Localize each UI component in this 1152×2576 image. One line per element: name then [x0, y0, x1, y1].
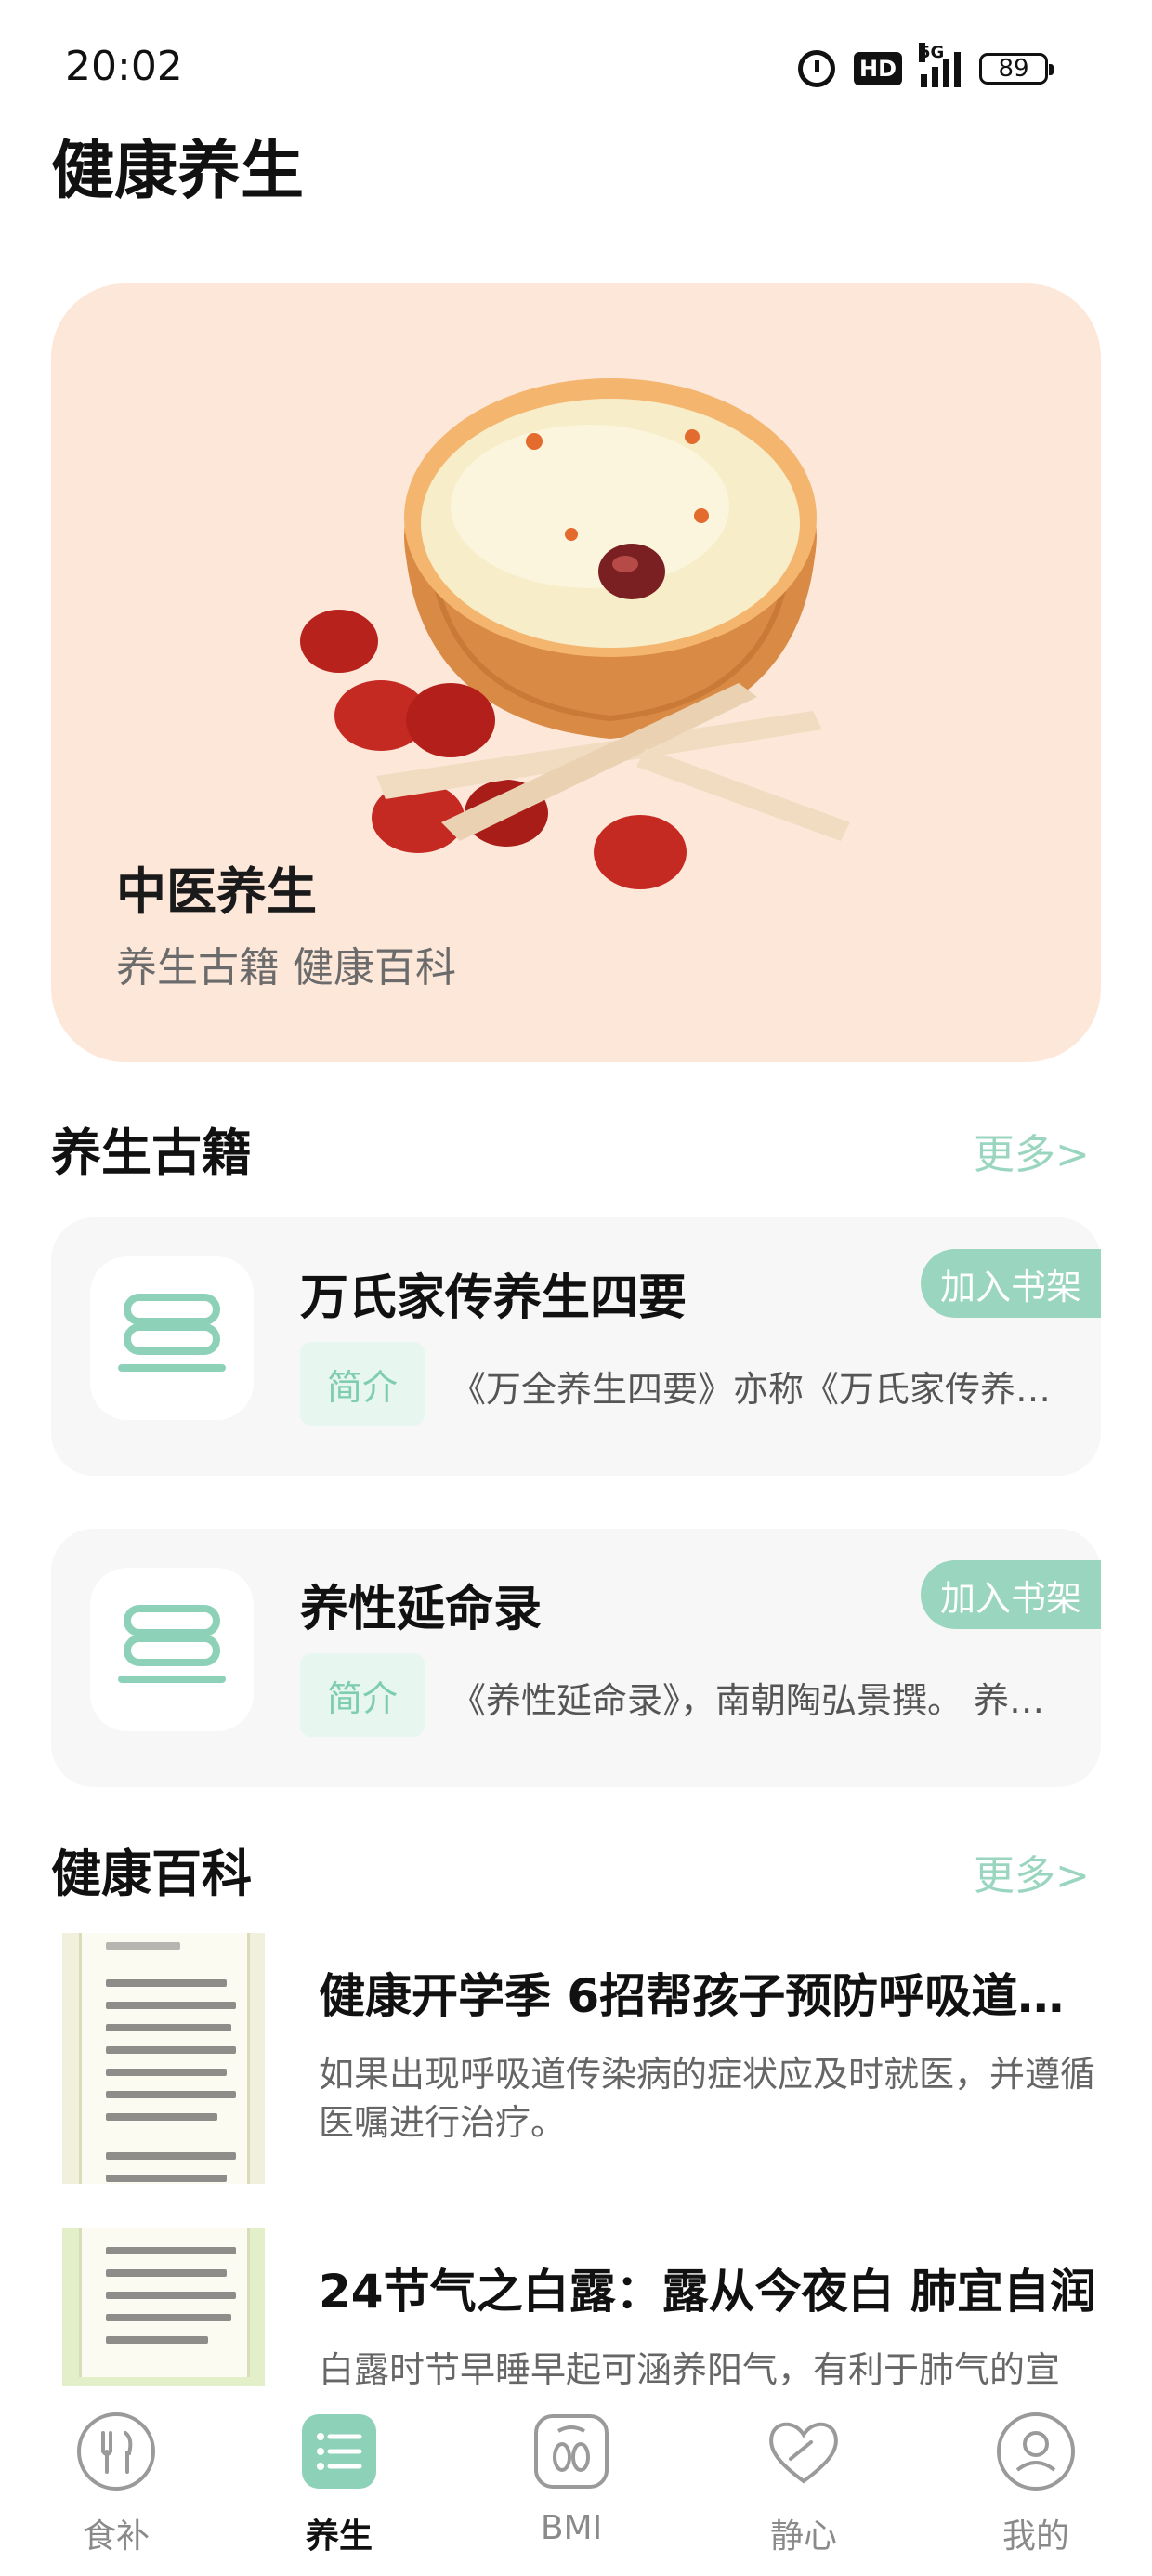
- article-summary: 如果出现呼吸道传染病的症状应及时就医，并遵循医嘱进行治疗。: [319, 2054, 1096, 2143]
- book-title: 养性延命录: [300, 1582, 543, 1637]
- tab-label: 我的: [1001, 2517, 1069, 2556]
- article-item[interactable]: 健康开学季 6招帮孩子预防呼吸道传染病 如果出现呼吸道传染病的症状应及时就医，并…: [51, 1933, 1101, 2184]
- tab-label: BMI: [540, 2509, 603, 2547]
- status-bar: 20:02 HD 5G 89: [0, 0, 1152, 130]
- book-stack-icon: [118, 1294, 226, 1372]
- tab-food[interactable]: 食补: [37, 2411, 195, 2569]
- page-title: 健康养生: [51, 135, 305, 208]
- hero-subtitle: 养生古籍 健康百科: [116, 944, 456, 992]
- battery-level: 89: [998, 55, 1029, 83]
- user-icon: [995, 2411, 1077, 2492]
- article-title: 健康开学季 6招帮孩子预防呼吸道传染病: [319, 1969, 1099, 2023]
- intro-tag: 简介: [300, 1342, 425, 1426]
- article-thumbnail: [62, 1933, 265, 2184]
- add-to-shelf-button[interactable]: 加入书架: [921, 1249, 1101, 1318]
- hero-banner[interactable]: 中医养生 养生古籍 健康百科: [51, 283, 1101, 1062]
- book-title: 万氏家传养生四要: [300, 1270, 687, 1326]
- add-to-shelf-button[interactable]: 加入书架: [921, 1560, 1101, 1629]
- intro-tag: 简介: [300, 1653, 425, 1737]
- tab-health[interactable]: 养生: [260, 2411, 418, 2569]
- book-description: 《养性延命录》，南朝陶弘景撰。 养性延命录: [451, 1680, 1073, 1721]
- classics-section-title: 养生古籍: [51, 1124, 252, 1182]
- heart-icon: [763, 2411, 844, 2492]
- book-thumbnail: [90, 1256, 254, 1420]
- article-thumbnail: [62, 2228, 265, 2386]
- book-card[interactable]: 养性延命录 简介 《养性延命录》，南朝陶弘景撰。 养性延命录 加入书架: [51, 1529, 1101, 1787]
- hero-title: 中医养生: [116, 862, 317, 921]
- status-icons: HD 5G 89: [797, 43, 1054, 93]
- hd-icon: HD: [853, 52, 902, 85]
- book-description: 《万全养生四要》亦称《万氏家传养生四要》: [451, 1369, 1073, 1410]
- tab-label: 养生: [305, 2517, 373, 2556]
- encyclopedia-more-link[interactable]: 更多>: [974, 1842, 1090, 1901]
- status-time: 20:02: [65, 43, 183, 90]
- list-icon: [298, 2411, 380, 2492]
- alarm-icon: [797, 50, 835, 87]
- book-card[interactable]: 万氏家传养生四要 简介 《万全养生四要》亦称《万氏家传养生四要》 加入书架: [51, 1217, 1101, 1476]
- tab-bmi[interactable]: BMI: [492, 2411, 650, 2569]
- article-summary: 白露时节早睡早起可涵养阳气，有利于肺气的宣: [319, 2349, 1061, 2390]
- utensils-icon: [75, 2411, 157, 2492]
- article-title: 24节气之白露：露从今夜白 肺宜自润: [319, 2265, 1096, 2319]
- scale-icon: [530, 2411, 612, 2492]
- bottom-tab-bar: 食补 养生 BMI 静心 我的: [0, 2390, 1152, 2576]
- tab-meditation[interactable]: 静心: [725, 2411, 883, 2569]
- battery-icon: 89: [979, 53, 1054, 85]
- book-thumbnail: [90, 1568, 254, 1731]
- tab-label: 静心: [769, 2517, 837, 2556]
- network-type: 5G: [919, 43, 945, 62]
- classics-more-link[interactable]: 更多>: [974, 1121, 1090, 1180]
- book-stack-icon: [118, 1605, 226, 1683]
- tab-label: 食补: [82, 2517, 150, 2556]
- signal-icon: 5G: [919, 43, 961, 87]
- tab-profile[interactable]: 我的: [957, 2411, 1115, 2569]
- encyclopedia-section-title: 健康百科: [51, 1845, 252, 1903]
